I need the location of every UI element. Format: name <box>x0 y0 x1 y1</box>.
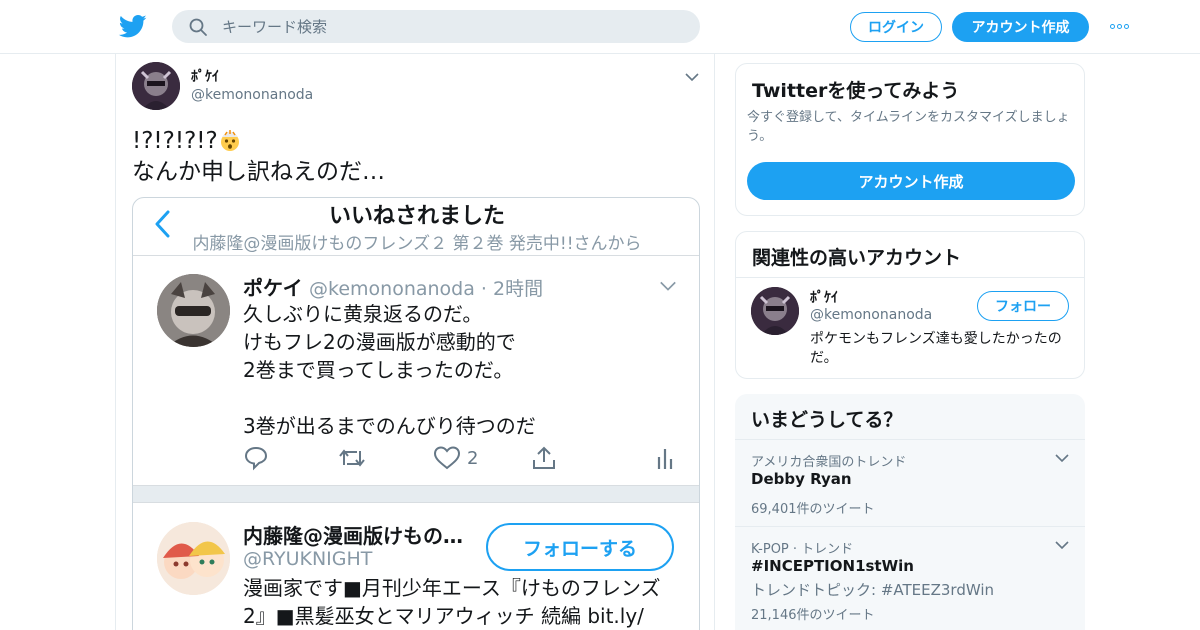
trends-card: いまどうしてる？ アメリカ合衆国のトレンド Debby Ryan 69,401件… <box>735 394 1085 630</box>
screenshot-header: いいねされました 内藤隆@漫画版けものフレンズ２ 第２巻 発売中!!さんから <box>133 198 699 256</box>
related-account-bio: ポケモンもフレンズ達も愛したかったのだ。 <box>810 331 1062 366</box>
tweet-detail-column: ﾎﾟｹｲ @kemononanoda !?!?!?!? なんか申し訳ねえのだ… … <box>115 54 715 630</box>
screenshot-tweet-name: ポケイ <box>243 276 303 300</box>
screenshot-tweet-line: 久しぶりに黄泉返るのだ。 <box>243 302 483 326</box>
divider <box>735 526 1085 527</box>
related-accounts-title: 関連性の高いアカウント <box>752 247 962 269</box>
screenshot-account-handle: @RYUKNIGHT <box>243 548 373 570</box>
reply-icon <box>243 444 269 472</box>
search-box <box>172 10 700 43</box>
screenshot-account-avatar <box>157 522 230 595</box>
exploding-head-emoji-icon <box>220 130 239 151</box>
signup-card-button[interactable]: アカウント作成 <box>747 162 1075 200</box>
trend-context: アメリカ合衆国のトレンド <box>751 455 907 470</box>
tweet-text-line1: !?!?!?!? <box>132 128 218 154</box>
tweet-text-line2: なんか申し訳ねえのだ… <box>132 159 385 185</box>
chevron-down-icon[interactable] <box>685 72 699 82</box>
search-input[interactable] <box>222 10 682 43</box>
login-button[interactable]: ログイン <box>850 12 942 42</box>
author-display-name[interactable]: ﾎﾟｹｲ <box>191 66 219 86</box>
signup-card: Twitterを使ってみよう 今すぐ登録して、タイムラインをカスタマイズしましょ… <box>735 63 1085 216</box>
screenshot-subtitle: 内藤隆@漫画版けものフレンズ２ 第２巻 発売中!!さんから <box>192 234 642 254</box>
raccoon-avatar-image <box>157 274 230 347</box>
like-count: 2 <box>467 447 479 469</box>
trend-name: Debby Ryan <box>751 470 852 488</box>
trend-tweet-count: 69,401件のツイート <box>751 502 875 517</box>
related-account-name[interactable]: ﾎﾟｹｲ <box>810 287 838 307</box>
divider <box>735 439 1085 440</box>
trend-topic: トレンドトピック: #ATEEZ3rdWin <box>751 581 995 599</box>
search-icon <box>189 18 207 36</box>
signup-card-title: Twitterを使ってみよう <box>752 80 960 102</box>
related-account-avatar[interactable] <box>751 287 799 335</box>
screenshot-follow-button: フォローする <box>486 523 674 571</box>
top-navigation-bar: ログイン アカウント作成 <box>0 0 1200 54</box>
screenshot-separator <box>133 485 699 503</box>
more-options-icon[interactable] <box>1104 16 1134 36</box>
tweet-text: !?!?!?!? なんか申し訳ねえのだ… <box>132 126 385 188</box>
analytics-icon <box>655 444 675 472</box>
screenshot-account-bio: 漫画家です■月刊少年エース『けものフレンズ 2』■黒髪巫女とマリアウィッチ 続編… <box>243 574 661 630</box>
retweet-icon <box>337 444 367 472</box>
screenshot-tweet-line: けもフレ2の漫画版が感動的で <box>243 330 516 354</box>
screenshot-tweet-body: 久しぶりに黄泉返るのだ。 けもフレ2の漫画版が感動的で 2巻まで買ってしまったの… <box>243 300 536 440</box>
screenshot-tweet-line: 2巻まで買ってしまったのだ。 <box>243 358 514 382</box>
related-follow-button[interactable]: フォロー <box>977 291 1069 321</box>
avatar-image <box>132 62 180 110</box>
screenshot-tweet-line: 3巻が出るまでのんびり待つのだ <box>243 414 536 438</box>
screenshot-title: いいねされました <box>328 204 505 229</box>
screenshot-tweet-avatar <box>157 274 230 347</box>
screenshot-tweet-line <box>243 384 536 412</box>
like-icon: 2 <box>433 444 478 472</box>
screenshot-bio-line: 2』■黒髪巫女とマリアウィッチ 続編 bit.ly/ <box>243 604 644 628</box>
trends-title: いまどうしてる？ <box>751 409 903 431</box>
screenshot-chevron-down-icon <box>660 281 676 291</box>
chevron-down-icon[interactable] <box>1055 453 1069 463</box>
related-account-handle[interactable]: @kemononanoda <box>810 307 932 323</box>
twitter-bird-logo-icon[interactable] <box>118 12 148 40</box>
trend-item[interactable]: アメリカ合衆国のトレンド Debby Ryan 69,401件のツイート <box>735 451 1085 521</box>
author-avatar[interactable] <box>132 62 180 110</box>
trend-tweet-count: 21,146件のツイート <box>751 608 875 623</box>
screenshot-bio-line: 漫画家です■月刊少年エース『けものフレンズ <box>243 576 661 600</box>
divider <box>736 277 1084 278</box>
trend-context: K-POP · トレンド <box>751 542 854 557</box>
signup-button[interactable]: アカウント作成 <box>952 12 1089 42</box>
screenshot-tweet-handle-time: @kemononanoda · 2時間 <box>309 278 544 300</box>
trend-name: #INCEPTION1stWin <box>751 557 914 575</box>
anime-characters-avatar-image <box>157 522 230 595</box>
share-icon <box>531 444 557 472</box>
avatar-image <box>751 287 799 335</box>
trend-item[interactable]: K-POP · トレンド #INCEPTION1stWin トレンドトピック: … <box>735 538 1085 630</box>
related-accounts-card: 関連性の高いアカウント ﾎﾟｹｲ @kemononanoda フォロー ポケモン… <box>735 231 1085 379</box>
signup-card-description: 今すぐ登録して、タイムラインをカスタマイズしましょう。 <box>747 110 1070 144</box>
attached-screenshot-image[interactable]: いいねされました 内藤隆@漫画版けものフレンズ２ 第２巻 発売中!!さんから ポ… <box>132 197 700 630</box>
chevron-down-icon[interactable] <box>1055 540 1069 550</box>
screenshot-account-name: 内藤隆@漫画版けもの… <box>243 524 463 548</box>
author-handle[interactable]: @kemononanoda <box>191 87 313 103</box>
screenshot-tweet-actions: 2 <box>241 444 681 474</box>
